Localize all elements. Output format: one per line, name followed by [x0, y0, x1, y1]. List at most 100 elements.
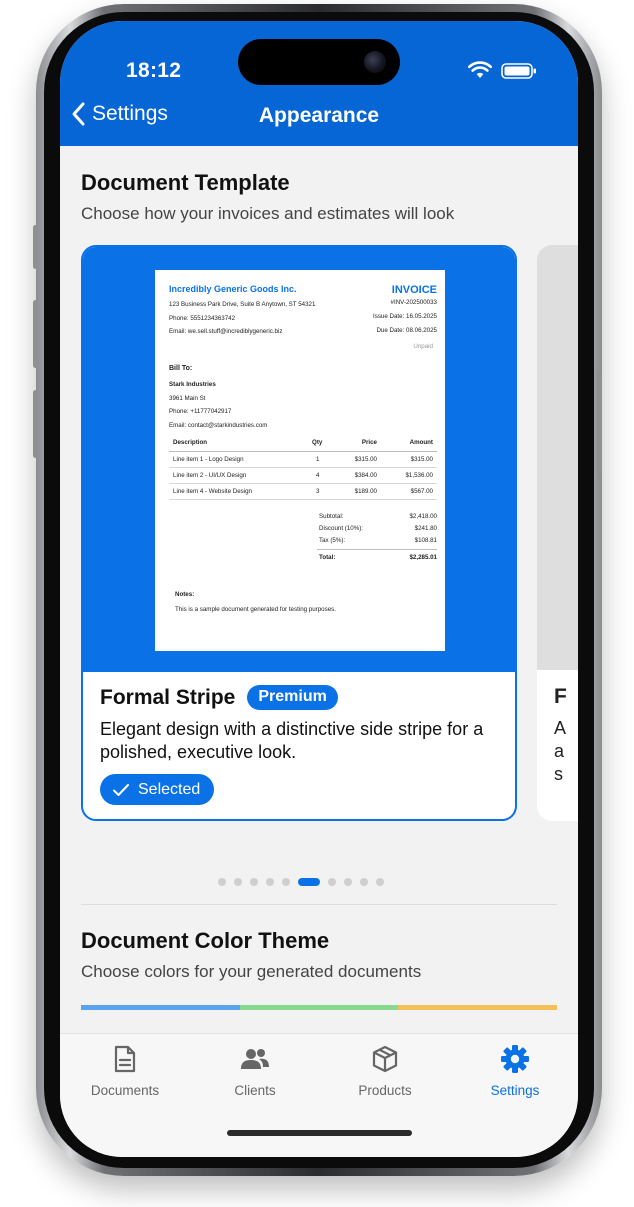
item-2-qty: 4: [316, 472, 320, 479]
client-name: Stark Industries: [169, 381, 216, 388]
template-preview: Incredibly Generic Goods Inc. 123 Busine…: [83, 247, 515, 672]
template-name: Formal Stripe: [100, 685, 236, 709]
subtotal-value: $2,418.00: [409, 513, 437, 520]
pagination-dot[interactable]: [218, 878, 226, 886]
tab-bar: Documents Clients Products Settings: [60, 1033, 578, 1157]
home-indicator: [227, 1130, 412, 1136]
col-description: Description: [173, 439, 208, 446]
screen: 18:12 Settings Appearance Document Templ…: [60, 21, 578, 1157]
pagination-dot[interactable]: [282, 878, 290, 886]
box-icon: [372, 1045, 398, 1073]
item-2-description: Line item 2 - UI/UX Design: [173, 472, 247, 479]
notes-text: This is a sample document generated for …: [175, 606, 336, 613]
invoice-preview: Incredibly Generic Goods Inc. 123 Busine…: [155, 270, 445, 651]
color-section-subtitle: Choose colors for your generated documen…: [81, 962, 422, 981]
total-label: Total:: [319, 554, 336, 561]
status-time: 18:12: [126, 59, 182, 82]
tab-products-label: Products: [358, 1083, 412, 1098]
card-body: Formal Stripe Premium Elegant design wit…: [100, 685, 503, 805]
volume-down-button: [33, 390, 38, 458]
section-divider: [81, 904, 557, 905]
invoice-company: Incredibly Generic Goods Inc.: [169, 284, 297, 294]
tax-value: $108.81: [414, 537, 437, 544]
people-icon: [241, 1049, 269, 1069]
item-2-amount: $1,536.00: [405, 472, 433, 479]
checkmark-icon: [113, 783, 129, 796]
invoice-issue-date: Issue Date: 16.05.2025: [373, 313, 437, 320]
power-button: [597, 370, 602, 480]
color-theme-strip[interactable]: [81, 1005, 558, 1010]
camera-icon: [364, 51, 386, 73]
tab-settings[interactable]: Settings: [450, 1044, 578, 1098]
item-3-amount: $567.00: [410, 488, 433, 495]
pagination-dot[interactable]: [328, 878, 336, 886]
invoice-phone: Phone: 5551234363742: [169, 315, 236, 322]
next-card-text-fragment: A: [554, 718, 567, 738]
tab-clients[interactable]: Clients: [190, 1044, 320, 1098]
item-1-qty: 1: [316, 456, 320, 463]
tab-documents[interactable]: Documents: [60, 1044, 190, 1098]
tab-documents-label: Documents: [90, 1083, 160, 1098]
col-price: Price: [361, 439, 377, 446]
color-theme-swatch[interactable]: [81, 1005, 240, 1010]
invoice-address: 123 Business Park Drive, Suite B Anytown…: [169, 301, 316, 308]
total-value: $2,285.01: [409, 554, 437, 561]
tax-label: Tax (5%):: [319, 537, 346, 544]
pagination-dot[interactable]: [234, 878, 242, 886]
template-card-formal-stripe[interactable]: Incredibly Generic Goods Inc. 123 Busine…: [81, 245, 517, 821]
item-1-price: $315.00: [354, 456, 377, 463]
document-icon: [114, 1045, 136, 1073]
notes-label: Notes:: [175, 591, 195, 598]
battery-icon: [501, 63, 536, 79]
pagination-dot[interactable]: [298, 878, 320, 886]
selected-label: Selected: [138, 780, 201, 798]
pagination-dot[interactable]: [360, 878, 368, 886]
invoice-title: INVOICE: [391, 284, 437, 296]
col-qty: Qty: [312, 439, 323, 446]
client-email: Email: contact@starkindustries.com: [169, 422, 268, 429]
item-3-description: Line item 4 - Website Design: [173, 488, 252, 495]
item-3-price: $189.00: [354, 488, 377, 495]
next-card-title-fragment: F: [554, 685, 567, 708]
color-section-title: Document Color Theme: [81, 928, 330, 953]
template-section-title: Document Template: [81, 170, 290, 195]
carousel-pagination[interactable]: [60, 878, 578, 886]
client-address: 3961 Main St: [169, 395, 206, 402]
item-3-qty: 3: [316, 488, 320, 495]
invoice-due-date: Due Date: 08.06.2025: [376, 327, 437, 334]
item-1-description: Line item 1 - Logo Design: [173, 456, 244, 463]
client-phone: Phone: +11777042917: [169, 408, 232, 415]
action-button: [33, 225, 38, 269]
item-1-amount: $315.00: [410, 456, 433, 463]
gear-icon: [501, 1045, 529, 1073]
pagination-dot[interactable]: [344, 878, 352, 886]
tab-clients-label: Clients: [234, 1083, 276, 1098]
color-theme-swatch[interactable]: [398, 1005, 558, 1010]
invoice-status: Unpaid: [413, 343, 433, 350]
tab-products[interactable]: Products: [320, 1044, 450, 1098]
template-description: Elegant design with a distinctive side s…: [100, 719, 484, 762]
tab-settings-label: Settings: [490, 1083, 540, 1098]
color-theme-swatch[interactable]: [239, 1005, 399, 1010]
template-section-subtitle: Choose how your invoices and estimates w…: [81, 204, 455, 223]
wifi-icon: [468, 61, 492, 78]
discount-value: $241.80: [414, 525, 437, 532]
col-amount: Amount: [409, 439, 433, 446]
next-card-text-fragment: a: [554, 741, 565, 761]
discount-label: Discount (10%):: [319, 525, 364, 532]
pagination-dot[interactable]: [250, 878, 258, 886]
bill-to-label: Bill To:: [169, 365, 193, 372]
pagination-dot[interactable]: [266, 878, 274, 886]
header: 18:12 Settings Appearance: [60, 21, 578, 146]
selected-button[interactable]: Selected: [100, 774, 215, 805]
premium-badge: Premium: [247, 685, 338, 710]
dynamic-island: [238, 39, 400, 85]
subtotal-label: Subtotal:: [319, 513, 344, 520]
invoice-number: #INV-202500033: [390, 299, 437, 306]
page-title: Appearance: [258, 104, 380, 127]
template-card-next[interactable]: F A a s: [537, 245, 578, 821]
volume-up-button: [33, 300, 38, 368]
next-card-text-fragment: s: [554, 764, 563, 784]
next-template-preview: [537, 245, 578, 670]
pagination-dot[interactable]: [376, 878, 384, 886]
